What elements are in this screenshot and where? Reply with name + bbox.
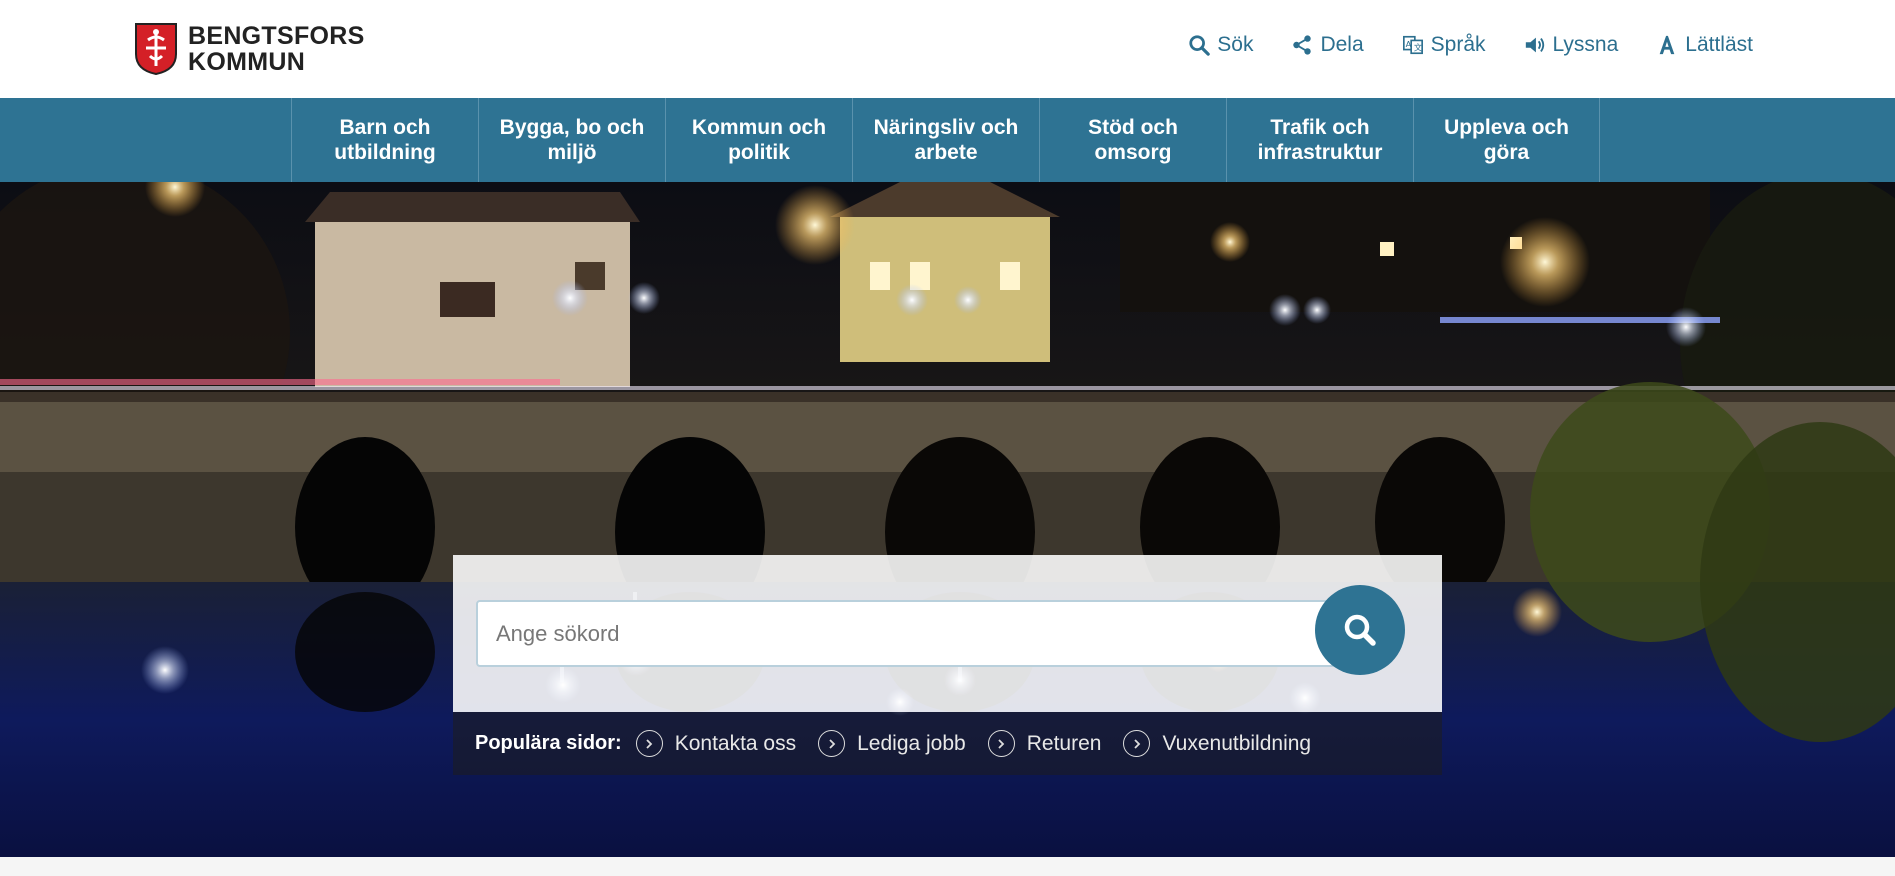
svg-text:文: 文 xyxy=(1414,43,1422,53)
language-icon: A文 xyxy=(1402,35,1423,55)
nav-item-trafik-och-infrastruktur[interactable]: Trafik och infrastruktur xyxy=(1226,98,1413,182)
search-icon xyxy=(1344,614,1376,646)
popular-link-label: Returen xyxy=(1026,731,1102,755)
easy-read-tool-label: Lättläst xyxy=(1685,33,1753,56)
logo-text: BENGTSFORS KOMMUN xyxy=(188,23,365,75)
popular-link-returen[interactable]: Returen xyxy=(987,730,1102,757)
nav-item-bygga-bo-och-miljo[interactable]: Bygga, bo och miljö xyxy=(478,98,665,182)
header-tools: Sök Dela A文 Språk Lyssna Lättläst xyxy=(1150,30,1753,60)
chevron-right-icon xyxy=(818,730,846,757)
listen-tool[interactable]: Lyssna xyxy=(1524,33,1619,57)
site-header: BENGTSFORS KOMMUN Sök Dela A文 Språk Lyss… xyxy=(0,0,1895,98)
search-input[interactable] xyxy=(476,600,1336,667)
search-icon xyxy=(1189,35,1211,56)
popular-pages-label: Populära sidor: xyxy=(475,732,622,754)
easy-read-tool[interactable]: Lättläst xyxy=(1656,33,1753,57)
logo-line-1: BENGTSFORS xyxy=(188,22,365,50)
nav-item-uppleva-och-gora[interactable]: Uppleva och göra xyxy=(1413,98,1600,182)
speaker-icon xyxy=(1525,37,1544,53)
municipality-logo[interactable]: BENGTSFORS KOMMUN xyxy=(134,21,365,77)
coat-of-arms-icon xyxy=(135,23,177,76)
popular-link-label: Lediga jobb xyxy=(857,731,966,755)
page-bottom-strip xyxy=(0,857,1895,876)
nav-item-naringsliv-och-arbete[interactable]: Näringsliv och arbete xyxy=(852,98,1039,182)
easy-read-icon xyxy=(1659,35,1675,55)
main-navigation: Barn och utbildning Bygga, bo och miljö … xyxy=(0,98,1895,182)
logo-line-2: KOMMUN xyxy=(188,48,306,76)
share-tool-label: Dela xyxy=(1320,33,1364,56)
svg-text:A: A xyxy=(1405,39,1411,49)
hero-banner: Populära sidor: Kontakta oss Lediga jobb… xyxy=(0,182,1895,857)
nav-item-kommun-och-politik[interactable]: Kommun och politik xyxy=(665,98,852,182)
popular-pages-bar: Populära sidor: Kontakta oss Lediga jobb… xyxy=(453,712,1442,775)
search-button[interactable] xyxy=(1315,585,1405,675)
popular-link-lediga-jobb[interactable]: Lediga jobb xyxy=(818,730,966,757)
chevron-right-icon xyxy=(987,730,1015,757)
chevron-right-icon xyxy=(635,730,663,757)
popular-link-vuxenutbildning[interactable]: Vuxenutbildning xyxy=(1123,730,1311,757)
popular-link-label: Vuxenutbildning xyxy=(1162,731,1312,755)
chevron-right-icon xyxy=(1123,730,1151,757)
search-tool[interactable]: Sök xyxy=(1188,33,1253,57)
language-tool-label: Språk xyxy=(1430,33,1486,56)
listen-tool-label: Lyssna xyxy=(1552,33,1619,56)
search-panel xyxy=(453,555,1442,712)
search-tool-label: Sök xyxy=(1217,33,1254,56)
popular-link-label: Kontakta oss xyxy=(674,731,797,755)
nav-item-stod-och-omsorg[interactable]: Stöd och omsorg xyxy=(1039,98,1226,182)
share-tool[interactable]: Dela xyxy=(1291,33,1364,57)
popular-link-kontakta-oss[interactable]: Kontakta oss xyxy=(635,730,797,757)
nav-item-barn-och-utbildning[interactable]: Barn och utbildning xyxy=(291,98,478,182)
share-icon xyxy=(1293,35,1312,55)
language-tool[interactable]: A文 Språk xyxy=(1402,33,1486,57)
